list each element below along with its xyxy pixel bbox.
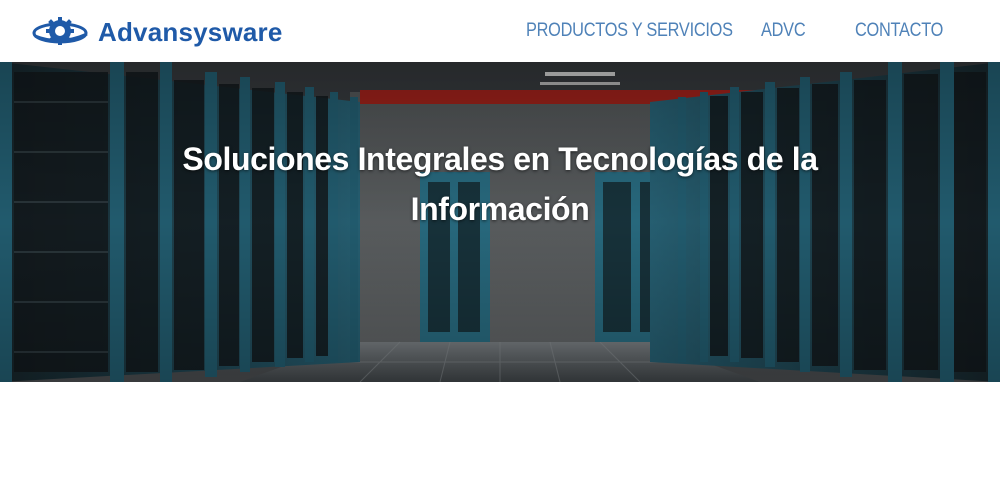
nav-advc[interactable]: ADVC	[761, 20, 806, 42]
main-nav: PRODUCTOS Y SERVICIOS ADVC CONTACTO	[0, 0, 1000, 62]
site-header: Advansysware PRODUCTOS Y SERVICIOS ADVC …	[0, 0, 1000, 62]
hero-title: Soluciones Integrales en Tecnologías de …	[150, 134, 850, 234]
hero-banner: Soluciones Integrales en Tecnologías de …	[0, 62, 1000, 382]
nav-productos-y-servicios[interactable]: PRODUCTOS Y SERVICIOS	[526, 20, 733, 42]
hero-title-line2: Información	[410, 191, 590, 227]
nav-contacto[interactable]: CONTACTO	[855, 20, 943, 42]
hero-title-line1: Soluciones Integrales en Tecnologías de …	[182, 141, 818, 177]
content-area	[0, 382, 1000, 477]
